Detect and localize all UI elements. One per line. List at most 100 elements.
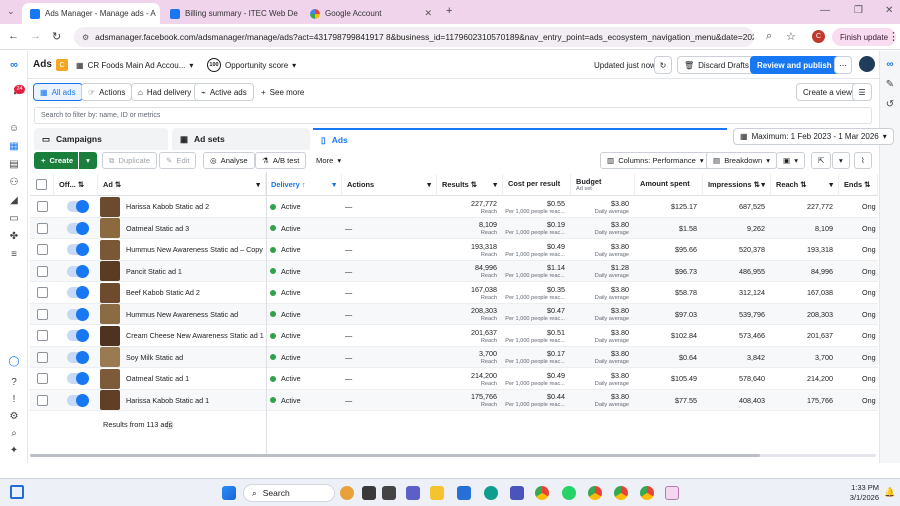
ad-on-off-toggle[interactable] [67, 372, 89, 385]
ad-name-cell[interactable]: Hummus New Awareness Static ad – Copy [126, 239, 264, 260]
ad-name-cell[interactable]: Oatmeal Static ad 3 [126, 218, 264, 239]
table-row[interactable]: Harissa Kabob Static ad 2 Active —227,772 R… [30, 196, 878, 218]
had-delivery-button[interactable]: ⌂ Had delivery [131, 83, 199, 101]
select-all-checkbox[interactable] [36, 179, 47, 190]
filter-search-input[interactable]: Search to filter by: name, ID or metrics [34, 107, 872, 124]
billing-icon[interactable]: ▭ [8, 213, 20, 225]
table-row[interactable]: Hummus New Awareness Static ad Active — 208… [30, 303, 878, 325]
info-icon[interactable]: ⓘ [166, 420, 173, 431]
windows-start-icon[interactable] [222, 486, 236, 500]
search-icon[interactable]: ⌕ [8, 428, 20, 440]
profile-avatar[interactable]: C [812, 30, 825, 43]
table-row[interactable]: Hummus New Awareness Static ad – Copy Act… [30, 239, 878, 261]
all-tools-menu-icon[interactable]: ≡ [8, 249, 20, 261]
file-explorer-icon[interactable] [430, 486, 444, 500]
row-checkbox[interactable] [37, 244, 48, 255]
history-icon[interactable]: ↺ [884, 99, 896, 111]
view-settings-button[interactable]: ☰ [852, 83, 872, 101]
edge-icon[interactable] [484, 486, 498, 500]
export-button[interactable]: ⇱ [811, 152, 832, 169]
ad-on-off-toggle[interactable] [67, 286, 89, 299]
close-tab-icon[interactable]: ✕ [424, 8, 432, 19]
meta-logo-icon[interactable]: ∞ [884, 59, 896, 71]
col-ends[interactable]: Ends ⇅ [839, 174, 878, 196]
refresh-button[interactable]: ↻ [654, 56, 672, 74]
advertising-settings-icon[interactable]: ◢ [8, 195, 20, 207]
ad-on-off-toggle[interactable] [67, 393, 89, 407]
ad-on-off-toggle[interactable] [67, 350, 89, 364]
table-row[interactable]: Oatmeal Static ad 1 Active —214,200 Reach $0… [30, 368, 878, 390]
user-avatar[interactable] [859, 56, 875, 72]
table-row[interactable]: Soy Milk Static ad Active —3,700 Reach $0.17… [30, 346, 878, 368]
col-ad[interactable]: Ad ⇅ ▾ [98, 174, 266, 196]
minimize-icon[interactable]: — [820, 5, 830, 16]
teams-icon[interactable] [406, 486, 420, 500]
taskbar-search-box[interactable]: ⌕ Search [243, 484, 335, 502]
meta-ai-icon[interactable]: ◯ [8, 356, 20, 368]
ad-on-off-toggle[interactable] [67, 264, 89, 278]
horizontal-scrollbar[interactable] [30, 453, 876, 458]
row-checkbox[interactable] [37, 394, 48, 406]
ad-name-cell[interactable]: Harissa Kabob Static ad 1 [126, 390, 264, 411]
ad-on-off-toggle[interactable] [67, 329, 89, 342]
ad-account-selector[interactable]: C ▦ CR Foods Main Ad Accou... ▾ [56, 56, 194, 74]
ad-on-off-toggle[interactable] [67, 243, 89, 256]
row-checkbox[interactable] [37, 330, 48, 341]
col-actions[interactable]: Actions ▾ [342, 174, 437, 196]
table-row[interactable]: Pancit Static ad 1 Active —84,996 Reach $1.1… [30, 260, 878, 282]
row-checkbox[interactable] [37, 373, 48, 384]
business-tools-icon[interactable]: ✤ [8, 231, 20, 243]
reports-button[interactable]: ▣ ▾ [776, 152, 805, 169]
ad-on-off-toggle[interactable] [67, 221, 89, 235]
task-view-icon[interactable] [362, 486, 376, 500]
breakdown-button[interactable]: ▤ Breakdown ▾ [706, 152, 777, 169]
col-impressions[interactable]: Impressions ⇅ ▾ [703, 174, 771, 196]
row-checkbox[interactable] [37, 222, 48, 234]
widgets-icon[interactable] [10, 485, 24, 499]
col-delivery[interactable]: Delivery ↑ ▾ [266, 174, 342, 196]
tab-campaigns[interactable]: ▭ Campaigns [34, 128, 168, 150]
ad-name-cell[interactable]: Hummus New Awareness Static ad [126, 304, 264, 325]
actions-view-button[interactable]: ☞ Actions [81, 83, 133, 101]
widgets-weather-icon[interactable] [340, 486, 354, 500]
col-cost-per-result[interactable]: Cost per result [503, 174, 571, 196]
chrome-active-icon[interactable] [665, 486, 679, 500]
ad-name-cell[interactable]: Cream Cheese New Awareness Static ad 1 [126, 325, 264, 346]
store-icon[interactable] [457, 486, 471, 500]
edit-button[interactable]: ✎ Edit [159, 152, 197, 169]
row-checkbox[interactable] [37, 265, 48, 277]
active-ads-button[interactable]: ⌁ Active ads [194, 83, 254, 101]
table-row[interactable]: Harissa Kabob Static ad 1 Active —175,766 R… [30, 389, 878, 411]
row-checkbox[interactable] [37, 308, 48, 320]
ab-test-button[interactable]: ⚗ A/B test [255, 152, 307, 169]
row-checkbox[interactable] [37, 287, 48, 298]
ad-name-cell[interactable]: Soy Milk Static ad [126, 347, 264, 368]
tab-list-icon[interactable]: ⌄ [7, 6, 15, 17]
tab-ads[interactable]: ▯ Ads [313, 128, 727, 150]
close-window-icon[interactable]: ✕ [885, 5, 893, 16]
browser-tab-ads-manager[interactable]: Ads Manager - Manage ads - A ✕ [22, 3, 160, 24]
ad-name-cell[interactable]: Oatmeal Static ad 1 [126, 368, 264, 389]
bug-report-icon[interactable]: ✦ [8, 445, 20, 457]
help-icon[interactable]: ? [8, 377, 20, 389]
col-amount-spent[interactable]: Amount spent [635, 174, 703, 196]
forward-icon[interactable]: → [30, 30, 41, 42]
whatsapp-icon[interactable] [562, 486, 576, 500]
chrome-profile-icon[interactable] [640, 486, 654, 500]
restore-icon[interactable]: ❐ [854, 5, 863, 16]
duplicate-button[interactable]: ⧉ Duplicate [102, 152, 158, 169]
col-budget[interactable]: Budget Ad set [571, 174, 635, 196]
charts-button[interactable]: ⌇ [854, 152, 872, 169]
edit-pencil-icon[interactable]: ✎ [884, 79, 896, 91]
row-checkbox[interactable] [37, 351, 48, 363]
reload-icon[interactable]: ↻ [52, 30, 61, 43]
meta-logo-icon[interactable]: ∞ [8, 59, 20, 71]
col-off-on[interactable]: Off... ⇅ [54, 174, 98, 196]
reports-icon[interactable]: ▤ [8, 159, 20, 171]
all-ads-view-button[interactable]: ▦ All ads [33, 83, 83, 101]
browser-tab-billing[interactable]: Billing summary - ITEC Web De ✕ [162, 3, 302, 24]
ad-on-off-toggle[interactable] [67, 307, 89, 321]
create-dropdown-button[interactable]: ▾ [79, 152, 97, 169]
more-options-button[interactable]: ⋯ [834, 56, 852, 74]
browser-menu-icon[interactable]: ⋮ [888, 30, 899, 43]
